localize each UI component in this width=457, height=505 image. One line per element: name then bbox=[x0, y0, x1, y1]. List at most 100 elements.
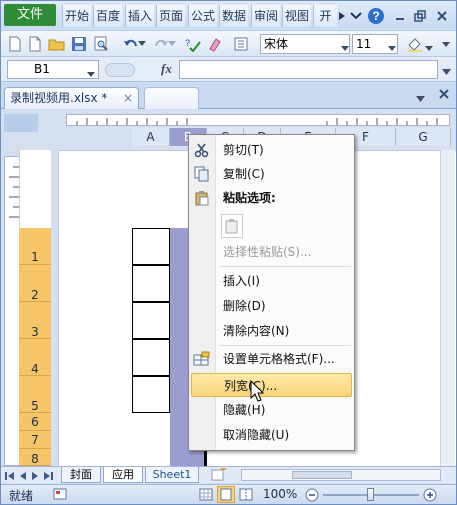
insert-sheet-icon[interactable] bbox=[211, 468, 227, 484]
redo-dropdown-icon[interactable] bbox=[167, 35, 177, 53]
menu-item-delete[interactable]: 删除(D) bbox=[191, 294, 352, 318]
zoom-slider-thumb[interactable] bbox=[367, 488, 374, 501]
workbook-tab-title: 录制视频用.xlsx * bbox=[10, 91, 108, 105]
cell-a4[interactable] bbox=[132, 339, 170, 376]
window-minimize-icon[interactable] bbox=[391, 7, 409, 25]
new-document-icon[interactable] bbox=[25, 35, 45, 53]
zoom-in-icon[interactable] bbox=[423, 488, 437, 505]
tab-view[interactable]: 视图 bbox=[282, 5, 311, 27]
font-size-dropdown-icon[interactable] bbox=[388, 41, 396, 55]
name-box[interactable]: B1 bbox=[7, 60, 99, 79]
menu-item-unhide[interactable]: 取消隐藏(U) bbox=[191, 423, 352, 447]
clear-format-icon[interactable] bbox=[205, 35, 225, 53]
formula-bar-expand-handle[interactable] bbox=[105, 63, 135, 77]
row-header-5[interactable]: 5 bbox=[19, 376, 51, 413]
zoom-out-icon[interactable] bbox=[305, 488, 319, 505]
cell-a3[interactable] bbox=[132, 302, 170, 339]
tab-baidu[interactable]: 百度 bbox=[93, 5, 122, 27]
page-break-view-icon[interactable] bbox=[239, 488, 253, 504]
sort-icon[interactable] bbox=[231, 35, 251, 53]
menu-item-cut[interactable]: 剪切(T) bbox=[191, 138, 352, 162]
zoom-level[interactable]: 100% bbox=[263, 487, 297, 501]
vertical-ruler bbox=[4, 156, 20, 466]
normal-view-icon[interactable] bbox=[199, 488, 213, 504]
window-restore-icon[interactable] bbox=[411, 7, 429, 25]
formula-bar: B1 fx bbox=[1, 57, 456, 82]
status-ready: 就绪 bbox=[9, 489, 34, 503]
quick-access-toolbar: ? 宋体 11 bbox=[1, 30, 456, 57]
file-tab[interactable]: 文件 bbox=[4, 4, 56, 26]
tab-page[interactable]: 页面 bbox=[156, 5, 185, 27]
vertical-scrollbar[interactable] bbox=[440, 150, 455, 466]
row-header-blank bbox=[19, 150, 51, 228]
sheet-tab-bar: 封面 应用 Sheet1 bbox=[1, 466, 456, 483]
column-header-g[interactable]: G bbox=[396, 128, 451, 146]
paste-option-button[interactable] bbox=[221, 214, 243, 238]
row-header-3[interactable]: 3 bbox=[19, 302, 51, 339]
select-all-corner[interactable] bbox=[4, 114, 38, 132]
tab-data[interactable]: 数据 bbox=[219, 5, 248, 27]
row-header-6[interactable]: 6 bbox=[19, 413, 51, 431]
tab-home[interactable]: 开始 bbox=[62, 5, 91, 27]
mouse-cursor-icon bbox=[250, 379, 265, 407]
save-icon[interactable] bbox=[69, 35, 89, 53]
menu-item-clear-contents[interactable]: 清除内容(N) bbox=[191, 319, 352, 343]
cell-a2[interactable] bbox=[132, 265, 170, 302]
column-header-a[interactable]: A bbox=[132, 128, 170, 146]
formula-bar-expand-icon[interactable] bbox=[442, 65, 451, 79]
row-header-7[interactable]: 7 bbox=[19, 431, 51, 449]
print-preview-icon[interactable] bbox=[91, 35, 111, 53]
undo-dropdown-icon[interactable] bbox=[137, 35, 147, 53]
tab-insert[interactable]: 插入 bbox=[125, 5, 154, 27]
menu-item-format-cells[interactable]: 设置单元格格式(F)... bbox=[191, 347, 352, 371]
fill-color-dropdown-icon[interactable] bbox=[425, 41, 433, 55]
menu-item-paste-special[interactable]: 选择性粘贴(S)... bbox=[191, 240, 352, 264]
help-icon[interactable]: ? bbox=[367, 7, 385, 25]
sheet-tab-cover[interactable]: 封面 bbox=[61, 467, 101, 483]
tab-review[interactable]: 审阅 bbox=[251, 5, 280, 27]
macro-record-icon[interactable] bbox=[53, 487, 67, 504]
menu-item-hide[interactable]: 隐藏(H) bbox=[191, 398, 352, 422]
insert-function-button[interactable]: fx bbox=[161, 61, 172, 77]
menu-item-insert[interactable]: 插入(I) bbox=[191, 269, 352, 293]
new-workbook-tab[interactable] bbox=[144, 87, 199, 109]
horizontal-scrollbar[interactable] bbox=[241, 469, 441, 481]
horizontal-scroll-thumb[interactable] bbox=[292, 471, 352, 479]
tab-formulas[interactable]: 公式 bbox=[188, 5, 217, 27]
horizontal-ruler bbox=[66, 114, 450, 126]
tab-list-dropdown-icon[interactable] bbox=[416, 92, 425, 106]
spelling-check-icon[interactable]: ? bbox=[183, 35, 203, 53]
workbook-tab-strip: 录制视频用.xlsx * × bbox=[1, 83, 456, 109]
workbook-tab-close-icon[interactable]: × bbox=[123, 88, 133, 108]
ribbon-tab-bar: 文件 开始 百度 插入 页面 公式 数据 审阅 视图 开发 ? bbox=[1, 1, 456, 29]
svg-text:?: ? bbox=[185, 38, 190, 48]
menu-item-copy[interactable]: 复制(C) bbox=[191, 162, 352, 186]
sheet-tab-sheet1[interactable]: Sheet1 bbox=[145, 467, 199, 483]
first-sheet-icon[interactable] bbox=[5, 470, 15, 484]
close-workbook-icon[interactable] bbox=[438, 88, 450, 103]
prev-sheet-icon[interactable] bbox=[19, 470, 27, 484]
page-layout-view-icon[interactable] bbox=[217, 486, 235, 503]
formula-input[interactable] bbox=[179, 60, 438, 79]
row-header-1[interactable]: 1 bbox=[19, 228, 51, 265]
font-name-dropdown-icon[interactable] bbox=[341, 41, 349, 55]
menu-separator bbox=[219, 345, 351, 346]
window-close-icon[interactable] bbox=[433, 7, 451, 25]
name-box-dropdown-icon[interactable] bbox=[87, 67, 95, 81]
row-header-8[interactable]: 8 bbox=[19, 449, 51, 466]
new-workbook-icon[interactable] bbox=[5, 35, 25, 53]
font-name-combobox[interactable]: 宋体 bbox=[260, 34, 350, 54]
sheet-tab-apply[interactable]: 应用 bbox=[103, 467, 143, 483]
open-folder-icon[interactable] bbox=[47, 35, 67, 53]
fill-color-icon[interactable] bbox=[405, 35, 425, 53]
menu-item-column-width[interactable]: 列宽(C)... bbox=[191, 373, 352, 397]
cell-a5[interactable] bbox=[132, 376, 170, 413]
row-header-2[interactable]: 2 bbox=[19, 265, 51, 302]
next-sheet-icon[interactable] bbox=[31, 470, 39, 484]
minimize-ribbon-icon[interactable] bbox=[347, 7, 365, 25]
row-header-4[interactable]: 4 bbox=[19, 339, 51, 376]
cell-a1[interactable] bbox=[132, 228, 170, 265]
last-sheet-icon[interactable] bbox=[43, 470, 53, 484]
customize-toolbar-icon[interactable] bbox=[441, 37, 451, 54]
workbook-tab[interactable]: 录制视频用.xlsx * × bbox=[4, 87, 139, 109]
